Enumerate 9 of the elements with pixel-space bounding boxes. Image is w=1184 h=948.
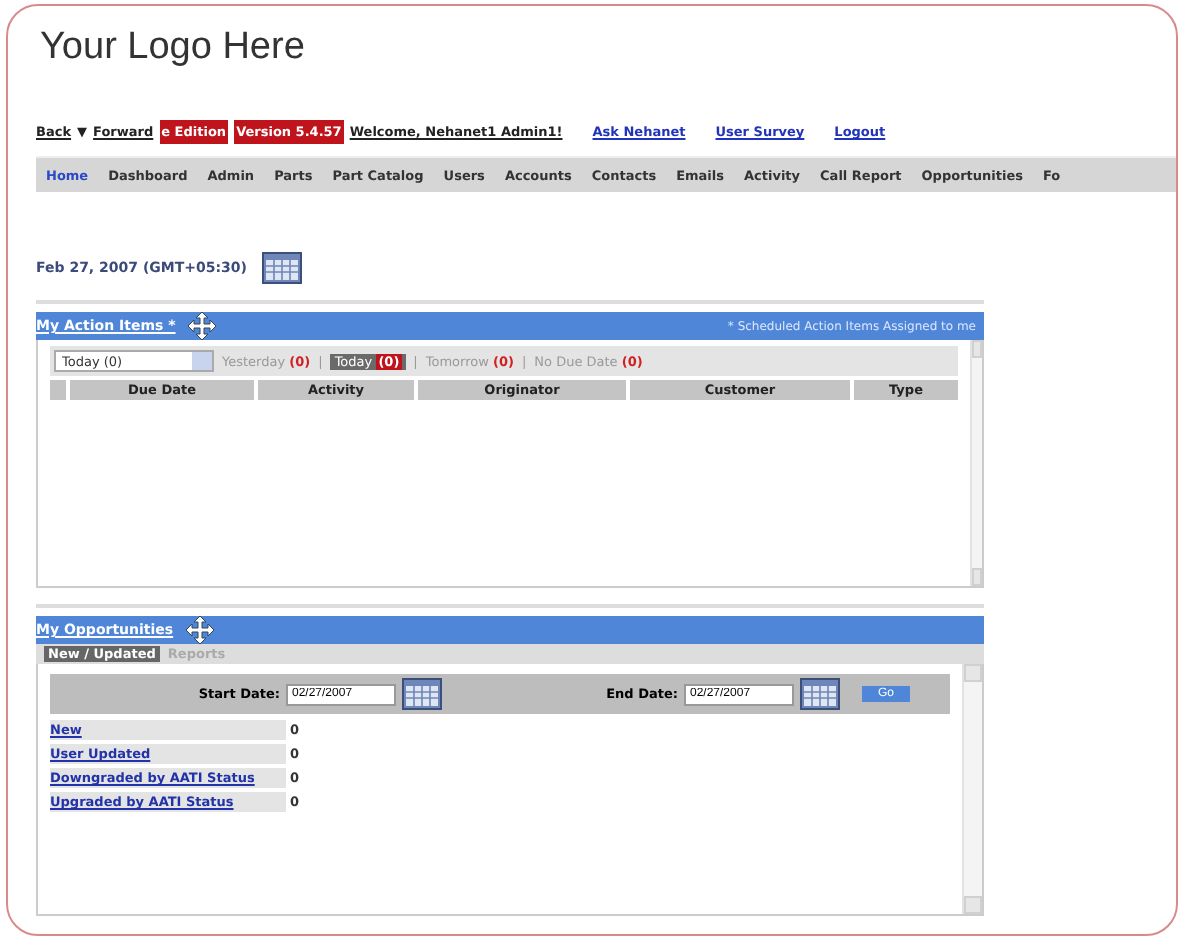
logo-text: Your Logo Here (40, 26, 307, 70)
move-icon[interactable] (187, 312, 216, 340)
scrollbar[interactable] (970, 340, 982, 586)
scrollbar[interactable] (962, 664, 982, 914)
calendar-icon[interactable] (402, 678, 442, 710)
column-header (50, 380, 66, 400)
move-icon[interactable] (185, 616, 214, 644)
calendar-icon[interactable] (800, 678, 840, 710)
calendar-icon[interactable] (262, 252, 303, 284)
